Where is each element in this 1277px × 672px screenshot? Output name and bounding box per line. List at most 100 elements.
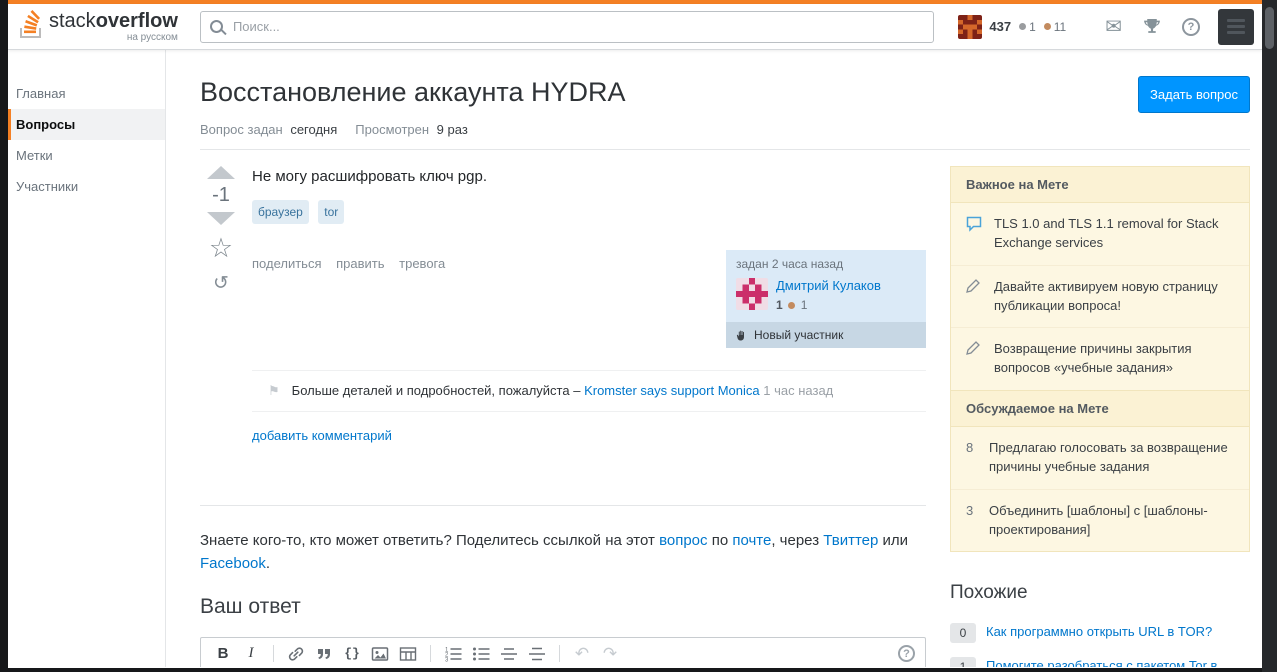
new-contributor-badge: Новый участник [726, 322, 926, 348]
featured-meta-item[interactable]: Возвращение причины закрытия вопросов «у… [951, 327, 1249, 390]
italic-icon[interactable]: I [237, 642, 265, 666]
image-icon[interactable] [366, 642, 394, 666]
question-stats: Вопрос задан сегодня Просмотрен 9 раз [200, 122, 1250, 137]
related-question: 1 Помогите разобраться с пакетом Tor в D… [950, 657, 1250, 667]
user-profile-link[interactable]: 437 1 11 [958, 14, 1066, 39]
blockquote-icon[interactable] [310, 642, 338, 666]
asked-value: сегодня [290, 122, 338, 137]
help-icon[interactable] [1182, 17, 1200, 36]
site-logo[interactable]: stackoverflow на русском [18, 9, 178, 44]
upvote-icon[interactable] [207, 166, 235, 179]
main-content: Восстановление аккаунта HYDRA Задать воп… [166, 50, 1262, 667]
owner-avatar[interactable] [736, 278, 768, 310]
tag-browser[interactable]: браузер [252, 200, 309, 224]
question-owner-card: задан 2 часа назад Дмитрий Кулаков 1 1 Н… [726, 250, 926, 348]
bronze-badge-count: 11 [1043, 20, 1066, 34]
share-email-link[interactable]: почте [732, 532, 771, 549]
pencil-icon [966, 278, 984, 316]
viewed-label: Просмотрен [355, 122, 430, 137]
pencil-icon [966, 340, 984, 378]
horizontal-rule-icon[interactable] [523, 642, 551, 666]
redo-icon[interactable] [596, 642, 624, 666]
achievements-trophy-icon[interactable] [1143, 18, 1161, 36]
featured-meta-item[interactable]: Давайте активируем новую страницу публик… [951, 264, 1249, 328]
browser-scrollbar[interactable] [1262, 0, 1277, 672]
editor-help-icon[interactable]: ? [898, 645, 915, 663]
comment-author-link[interactable]: Kromster says support Monica [584, 383, 760, 398]
post-actions: поделиться править тревога [252, 250, 456, 271]
hot-meta-item[interactable]: 3 Объединить [шаблоны] с [шаблоны-проект… [951, 488, 1249, 552]
undo-icon[interactable] [568, 642, 596, 666]
search-input[interactable] [199, 10, 935, 43]
comment-time: 1 час назад [763, 383, 834, 398]
share-text-suffix: . [265, 554, 271, 572]
right-sidebar: Важное на Мете TLS 1.0 and TLS 1.1 remov… [950, 150, 1250, 667]
question-text: Не могу расшифровать ключ pgp. [252, 168, 488, 185]
toolbar-separator [559, 645, 560, 663]
header-user-area: 437 1 11 [958, 8, 1254, 45]
logo-overflow: overflow [95, 9, 178, 32]
link-icon[interactable] [282, 642, 310, 666]
sidebar-item-users[interactable]: Участники [8, 171, 165, 202]
question-body: Не могу расшифровать ключ pgp. браузер t… [242, 166, 926, 445]
page-body: Главная Вопросы Метки Участники Восстано… [8, 50, 1262, 667]
edit-action[interactable]: править [336, 256, 384, 271]
hot-item-score: 8 [966, 440, 974, 456]
flag-action[interactable]: тревога [399, 256, 445, 271]
share-question-link[interactable]: вопрос [659, 532, 707, 549]
related-title: Похожие [950, 582, 1028, 604]
share-text-mid2: , через [771, 532, 820, 550]
share-facebook-link[interactable]: Facebook [200, 555, 266, 572]
featured-meta-item[interactable]: TLS 1.0 and TLS 1.1 removal for Stack Ex… [951, 203, 1249, 265]
favorite-star-icon[interactable] [209, 235, 233, 262]
question-header: Восстановление аккаунта HYDRA Задать воп… [200, 76, 1250, 150]
share-paragraph: Знаете кого-то, кто может ответить? Поде… [200, 530, 915, 575]
vote-cell: -1 [200, 166, 242, 445]
share-text-mid1: по [711, 532, 729, 550]
asked-label: Вопрос задан [200, 122, 283, 137]
ask-question-button[interactable]: Задать вопрос [1138, 76, 1250, 113]
related-question: 0 Как программно открыть URL в TOR? [950, 623, 1250, 644]
reputation-score: 437 [989, 19, 1012, 34]
owner-name-link[interactable]: Дмитрий Кулаков [776, 278, 881, 293]
related-question-link[interactable]: Как программно открыть URL в TOR? [986, 623, 1212, 642]
silver-badge-icon [1019, 23, 1027, 30]
related-score-badge: 0 [950, 623, 976, 644]
inbox-icon[interactable] [1105, 14, 1122, 39]
hot-meta-item[interactable]: 8 Предлагаю голосовать за возвращение пр… [951, 427, 1249, 489]
toolbar-separator [430, 645, 431, 663]
vote-count: -1 [212, 184, 230, 206]
site-header: stackoverflow на русском 437 1 [8, 4, 1262, 50]
waving-hand-icon [736, 329, 748, 341]
bronze-badge-icon [1043, 23, 1051, 30]
table-icon[interactable] [394, 642, 422, 666]
add-comment-link[interactable]: добавить комментарий [252, 428, 392, 443]
silver-badge-count: 1 [1019, 20, 1036, 34]
tag-tor[interactable]: tor [318, 200, 345, 224]
ordered-list-icon[interactable]: 1 2 3 [439, 642, 467, 666]
history-icon[interactable] [213, 274, 229, 293]
owner-asked-time: задан 2 часа назад [736, 257, 844, 271]
sidebar-item-tags[interactable]: Метки [8, 140, 165, 171]
question-title: Восстановление аккаунта HYDRA [200, 77, 626, 107]
sidebar-item-questions[interactable]: Вопросы [8, 109, 165, 140]
sidebar-item-home[interactable]: Главная [8, 78, 165, 109]
scrollbar-thumb[interactable] [1265, 7, 1274, 49]
related-question-link[interactable]: Помогите разобраться с пакетом Tor в Deb… [986, 657, 1250, 667]
heading-icon[interactable] [495, 642, 523, 666]
speech-bubble-icon [966, 215, 984, 253]
stackexchange-menu-icon[interactable] [1218, 8, 1254, 45]
comment: Больше деталей и подробностей, пожалуйст… [252, 370, 926, 413]
bold-icon[interactable]: B [209, 642, 237, 666]
code-icon[interactable]: {} [338, 642, 366, 666]
share-twitter-link[interactable]: Твиттер [823, 532, 878, 549]
unordered-list-icon[interactable] [467, 642, 495, 666]
editor-toolbar: B I {} 1 2 3 ↶ ↷ ? [201, 638, 925, 667]
logo-stack: stack [49, 9, 96, 32]
share-action[interactable]: поделиться [252, 256, 321, 271]
comment-flag-icon[interactable] [268, 382, 280, 400]
downvote-icon[interactable] [207, 212, 235, 225]
featured-meta-title: Важное на Мете [951, 167, 1249, 203]
viewed-value: 9 раз [436, 122, 468, 137]
answer-editor: B I {} 1 2 3 ↶ ↷ ? [200, 636, 926, 667]
